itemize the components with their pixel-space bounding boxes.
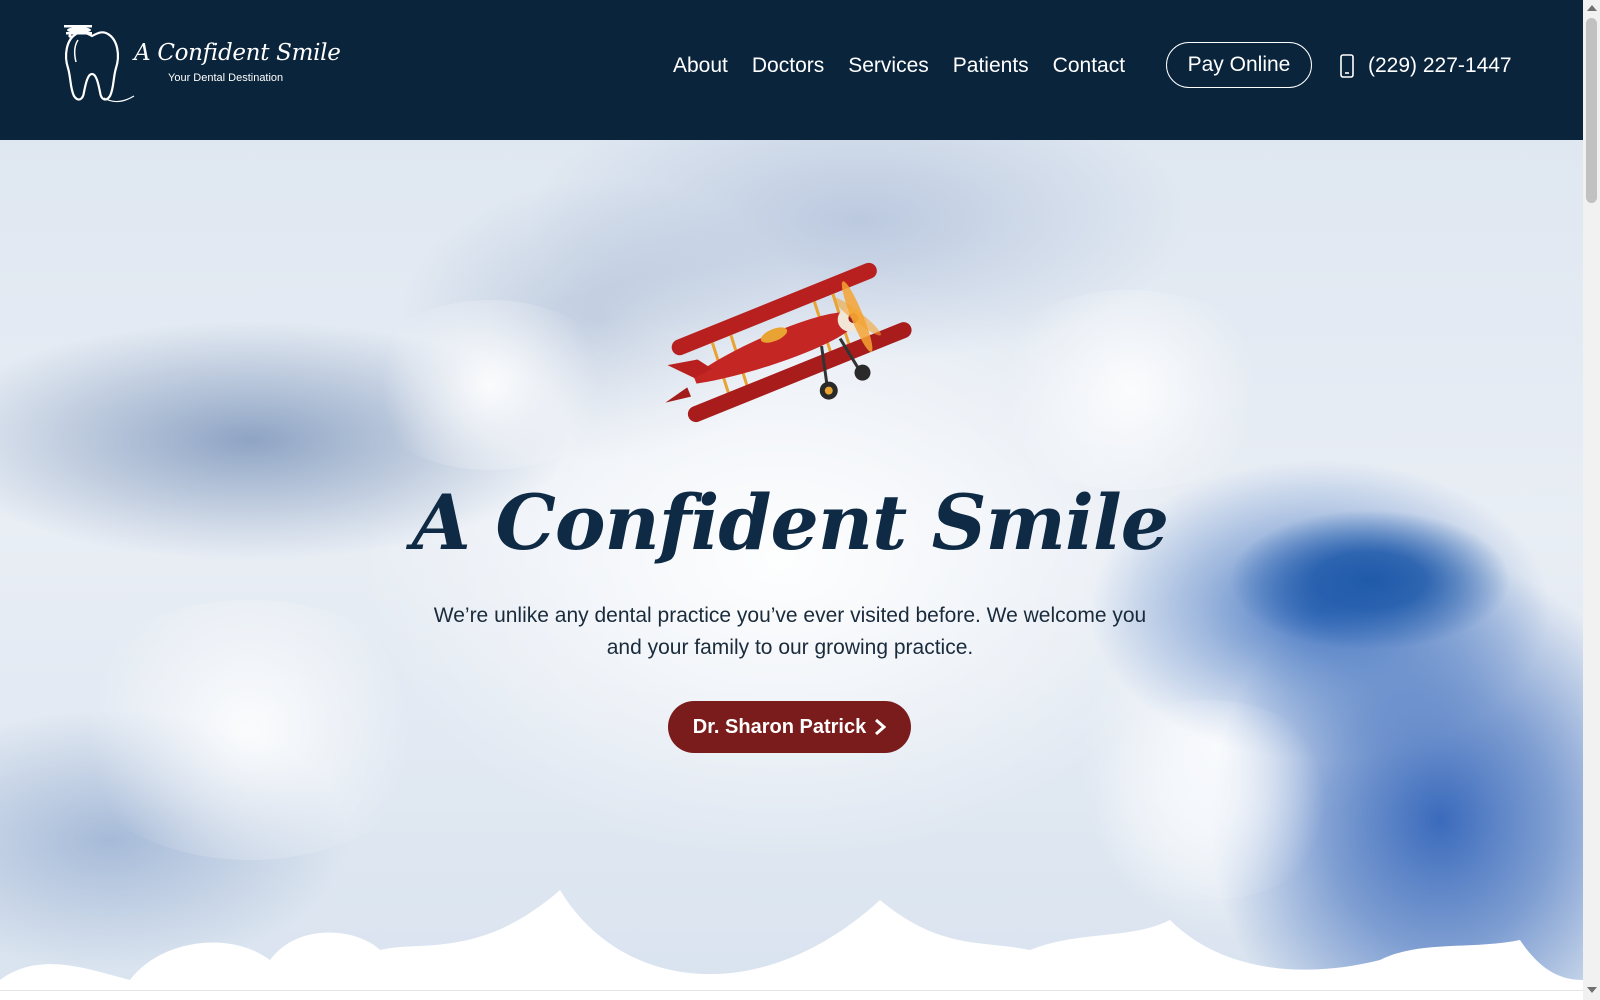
- red-biplane-illustration: [665, 262, 912, 423]
- nav-item-services[interactable]: Services: [848, 54, 929, 78]
- phone-link[interactable]: (229) 227-1447: [1339, 52, 1512, 80]
- scrollbar-thumb[interactable]: [1586, 18, 1597, 203]
- page: A Confident Smile Your Dental Destinatio…: [0, 0, 1583, 1000]
- cloud-edge-divider: [0, 890, 1583, 1000]
- pay-online-button[interactable]: Pay Online: [1166, 42, 1312, 88]
- phone-number: (229) 227-1447: [1368, 54, 1512, 77]
- mobile-phone-icon: [1340, 54, 1354, 78]
- logo-title: A Confident Smile: [134, 40, 341, 66]
- nav-item-patients[interactable]: Patients: [953, 54, 1029, 78]
- scroll-up-arrow-icon[interactable]: [1587, 5, 1597, 11]
- scroll-down-arrow-icon[interactable]: [1587, 987, 1597, 993]
- cta-label: Dr. Sharon Patrick: [692, 715, 867, 738]
- small-plane-icon: [64, 25, 92, 38]
- site-logo[interactable]: A Confident Smile Your Dental Destinatio…: [62, 22, 341, 104]
- nav-item-about[interactable]: About: [673, 54, 728, 78]
- cloud-puff: [360, 300, 620, 470]
- hero-section: A Confident Smile We’re unlike any denta…: [0, 140, 1583, 1000]
- main-nav: About Doctors Services Patients Contact: [673, 48, 1149, 84]
- hero-description: We’re unlike any dental practice you’ve …: [433, 604, 1147, 659]
- nav-item-contact[interactable]: Contact: [1053, 54, 1125, 78]
- dr-sharon-patrick-button[interactable]: Dr. Sharon Patrick: [668, 701, 911, 753]
- site-header: A Confident Smile Your Dental Destinatio…: [0, 0, 1583, 140]
- section-divider: [0, 990, 1583, 991]
- nav-item-doctors[interactable]: Doctors: [752, 54, 824, 78]
- hero-title: A Confident Smile: [411, 478, 1169, 567]
- vertical-scrollbar[interactable]: [1583, 0, 1600, 1000]
- logo-subtitle: Your Dental Destination: [168, 72, 284, 84]
- cloud-puff: [980, 290, 1280, 490]
- chevron-right-icon: [875, 718, 887, 736]
- cloud-puff: [60, 600, 440, 860]
